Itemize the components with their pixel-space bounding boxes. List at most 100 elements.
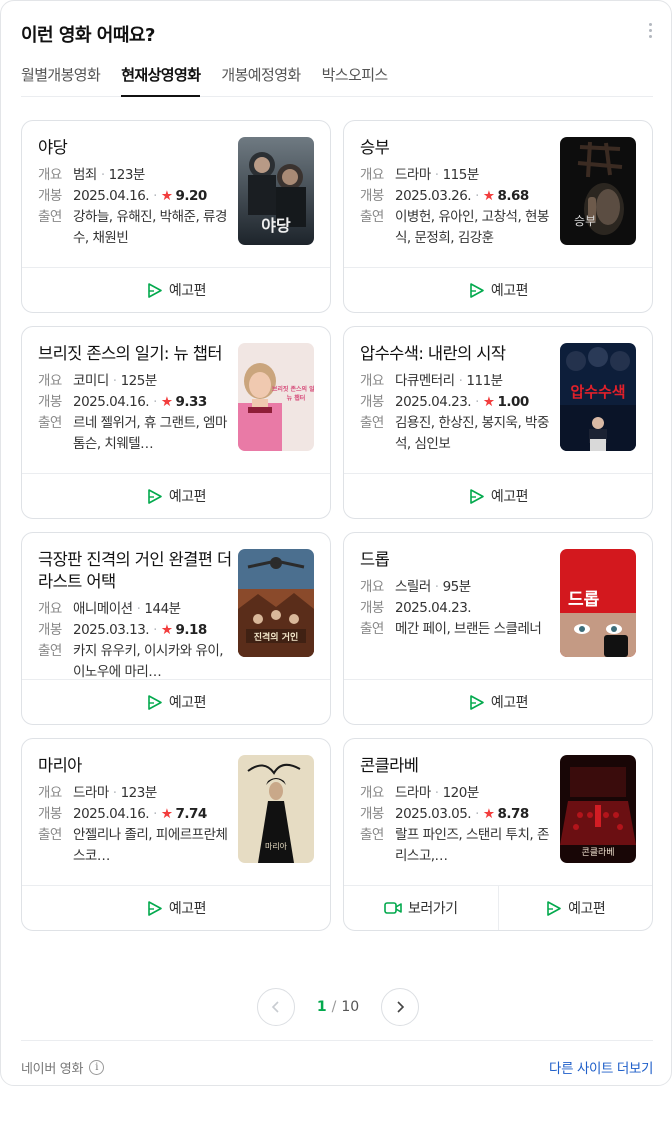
separator-dot: · <box>153 188 157 204</box>
star-icon: ★ <box>160 806 173 822</box>
genre: 코미디 <box>73 373 109 389</box>
trailer-button[interactable]: 예고편 <box>22 268 330 312</box>
release-date: 2025.03.13. <box>73 622 150 638</box>
poster-drop-image: 드롭 <box>560 549 636 657</box>
poster-title-apsu: 압수수색 <box>570 383 625 401</box>
release-date: 2025.04.23. <box>395 394 472 410</box>
movie-title[interactable]: 승부 <box>360 137 556 159</box>
runtime: 123분 <box>120 785 158 801</box>
movie-title[interactable]: 야당 <box>38 137 234 159</box>
poster-conclave[interactable]: 콘클라베 <box>560 755 636 863</box>
release-date: 2025.04.16. <box>73 806 150 822</box>
poster-maria[interactable]: 마리아 <box>238 755 314 863</box>
chevron-left-icon <box>271 1001 279 1013</box>
separator-dot: · <box>100 167 105 183</box>
cast-label: 출연 <box>360 827 384 843</box>
poster-title-titan: 진격의 거인 <box>254 631 299 643</box>
poster-titan[interactable]: 진격의 거인 <box>238 549 314 657</box>
runtime: 125분 <box>120 373 158 389</box>
tab-bar: 월별개봉영화 현재상영영화 개봉예정영화 박스오피스 <box>21 59 653 97</box>
card-actions: 예고편 <box>344 679 652 724</box>
movie-card-7[interactable]: 마리아 개요 드라마 · 123분 개봉 2025.04.16. · ★ 7.74 출연 … <box>21 738 331 931</box>
overview-value: 드라마 · 120분 <box>395 783 553 804</box>
star-icon: ★ <box>160 188 173 204</box>
page-indicator: 1/10 <box>317 999 359 1015</box>
overview-label: 개요 <box>360 785 384 801</box>
poster-apsu[interactable]: 압수수색 <box>560 343 636 451</box>
movie-title[interactable]: 콘클라베 <box>360 755 556 777</box>
source-label: 네이버 영화 i <box>21 1058 105 1077</box>
info-icon[interactable]: i <box>89 1060 105 1075</box>
movie-title-text[interactable]: 야당 <box>38 138 68 157</box>
current-page: 1 <box>316 999 327 1015</box>
cast-label: 출연 <box>38 209 62 225</box>
movie-title-text[interactable]: 압수수색: 내란의 시작 <box>360 344 506 363</box>
separator-dot: · <box>458 373 463 389</box>
tab-box-office[interactable]: 박스오피스 <box>322 59 389 96</box>
trailer-label: 예고편 <box>490 489 529 505</box>
card-actions: 보러가기 예고편 <box>344 885 652 930</box>
movie-card-2[interactable]: 승부 개요 드라마 · 115분 개봉 2025.03.26. · ★ 8.68 출연 이… <box>343 120 653 313</box>
overview-value: 다큐멘터리 · 111분 <box>395 371 553 392</box>
movie-title-text[interactable]: 극장판 진격의 거인 완결편 더 라스트 어택 <box>38 550 232 591</box>
card-actions: 예고편 <box>22 267 330 312</box>
poster-drop[interactable]: 드롭 <box>560 549 636 657</box>
trailer-button[interactable]: 예고편 <box>497 886 653 930</box>
star-icon: ★ <box>482 806 495 822</box>
overview-label: 개요 <box>38 167 62 183</box>
movie-card-4[interactable]: 압수수색: 내란의 시작 개요 다큐멘터리 · 111분 개봉 2025.04.23… <box>343 326 653 519</box>
watch-label: 보러가기 <box>407 901 458 917</box>
more-sites-link[interactable]: 다른 사이트 더보기 <box>549 1057 653 1077</box>
release-value: 2025.04.16. · ★ 7.74 <box>73 804 231 825</box>
trailer-label: 예고편 <box>168 283 207 299</box>
movie-title-text[interactable]: 브리짓 존스의 일기: 뉴 챕터 <box>38 344 223 363</box>
separator-dot: · <box>153 622 157 638</box>
movie-title-text[interactable]: 드롭 <box>360 550 390 569</box>
cast-label: 출연 <box>360 415 384 431</box>
trailer-button[interactable]: 예고편 <box>344 268 652 312</box>
movie-card-6[interactable]: 드롭 개요 스릴러 · 95분 개봉 2025.04.23. 출연 메간 페이, 브… <box>343 532 653 725</box>
movie-title[interactable]: 브리짓 존스의 일기: 뉴 챕터 <box>38 343 234 365</box>
cast-value: 김용진, 한상진, 봉지욱, 박중석, 심인보 <box>395 415 549 452</box>
movie-title-text[interactable]: 승부 <box>360 138 390 157</box>
watch-button[interactable]: 보러가기 <box>344 886 498 930</box>
more-options-icon[interactable] <box>649 23 653 39</box>
movie-card-3[interactable]: 브리짓 존스의 일기: 뉴 챕터 개요 코미디 · 125분 개봉 2025.04.… <box>21 326 331 519</box>
trailer-button[interactable]: 예고편 <box>22 474 330 518</box>
poster-bridget[interactable]: 브리짓 존스의 일기 뉴 챕터 <box>238 343 314 451</box>
movie-info: 브리짓 존스의 일기: 뉴 챕터 개요 코미디 · 125분 개봉 2025.04.… <box>22 327 330 474</box>
movie-title-text[interactable]: 마리아 <box>38 756 82 775</box>
movie-card-1[interactable]: 야당 개요 범죄 · 123분 개봉 2025.04.16. · ★ 9.20 출연 강하… <box>21 120 331 313</box>
overview-value: 코미디 · 125분 <box>73 371 231 392</box>
play-icon <box>547 900 561 916</box>
source-name: 네이버 영화 <box>21 1062 84 1077</box>
trailer-button[interactable]: 예고편 <box>344 680 652 724</box>
genre: 스릴러 <box>395 579 431 595</box>
release-value: 2025.04.16. · ★ 9.20 <box>73 186 231 207</box>
overview-label: 개요 <box>38 373 62 389</box>
poster-seungbu[interactable]: 승부 <box>560 137 636 245</box>
prev-page-button[interactable] <box>257 988 295 1026</box>
movie-title[interactable]: 마리아 <box>38 755 234 777</box>
trailer-button[interactable]: 예고편 <box>22 886 330 930</box>
movie-card-8[interactable]: 콘클라베 개요 드라마 · 120분 개봉 2025.03.05. · ★ 8.78 출연… <box>343 738 653 931</box>
movie-card-5[interactable]: 극장판 진격의 거인 완결편 더 라스트 어택 개요 애니메이션 · 144분 개봉… <box>21 532 331 725</box>
tab-monthly-release[interactable]: 월별개봉영화 <box>21 59 101 96</box>
trailer-button[interactable]: 예고편 <box>22 680 330 724</box>
release-date: 2025.03.26. <box>395 188 472 204</box>
movie-title[interactable]: 압수수색: 내란의 시작 <box>360 343 556 365</box>
separator-dot: · <box>112 785 117 801</box>
cast-value: 랄프 파인즈, 스탠리 투치, 존 리스고,… <box>395 827 549 864</box>
release-date: 2025.04.16. <box>73 188 150 204</box>
tab-upcoming[interactable]: 개봉예정영화 <box>221 59 301 96</box>
movie-info: 드롭 개요 스릴러 · 95분 개봉 2025.04.23. 출연 메간 페이, 브… <box>344 533 652 680</box>
poster-yadang[interactable]: 야당 <box>238 137 314 245</box>
movie-title[interactable]: 드롭 <box>360 549 556 571</box>
trailer-button[interactable]: 예고편 <box>344 474 652 518</box>
release-date: 2025.04.23. <box>395 600 472 616</box>
tab-now-showing[interactable]: 현재상영영화 <box>121 59 201 97</box>
movie-title[interactable]: 극장판 진격의 거인 완결편 더 라스트 어택 <box>38 549 234 593</box>
movie-title-text[interactable]: 콘클라베 <box>360 756 419 775</box>
next-page-button[interactable] <box>380 988 419 1026</box>
trailer-label: 예고편 <box>168 695 207 711</box>
